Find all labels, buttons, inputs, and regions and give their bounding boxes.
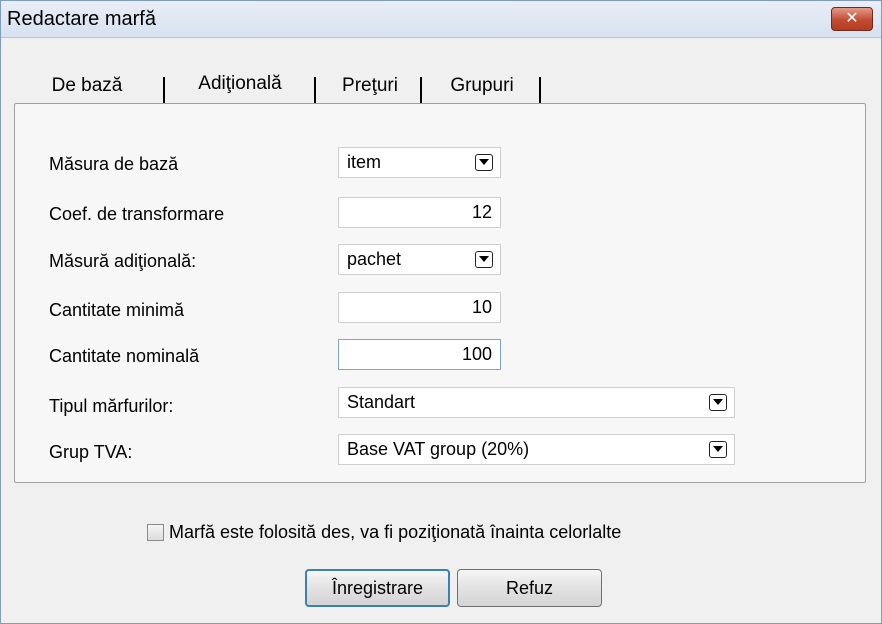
edit-goods-dialog: Redactare marfă ✕ De bază Adiţională Pre… [0,0,882,624]
close-button[interactable]: ✕ [831,7,873,31]
nominal-qty-label: Cantitate nominală [49,346,200,366]
title-bar: Redactare marfă ✕ [1,1,881,38]
base-measure-select[interactable]: item [338,147,501,178]
window-title: Redactare marfă [7,8,156,30]
tab-basic[interactable]: De bază [15,69,159,103]
vat-group-label: Grup TVA: [49,442,133,462]
conversion-label: Coef. de transformare [49,204,225,224]
tab-additional[interactable]: Adiţională [165,67,315,101]
conversion-input[interactable]: 12 [338,197,501,228]
tab-prices[interactable]: Preţuri [318,69,422,103]
extra-measure-select[interactable]: pachet [338,244,501,275]
chevron-down-icon[interactable] [475,251,493,268]
save-button[interactable]: Înregistrare [305,569,450,607]
frequent-checkbox-label[interactable]: Marfă este folosită des, va fi poziţiona… [169,522,621,543]
close-icon: ✕ [845,10,859,27]
extra-measure-label: Măsură adiţională: [49,251,197,271]
goods-type-label: Tipul mărfurilor: [49,396,174,416]
cancel-button[interactable]: Refuz [457,569,602,607]
min-qty-input[interactable]: 10 [338,292,501,323]
min-qty-label: Cantitate minimă [49,300,185,320]
tab-groups[interactable]: Grupuri [424,69,540,103]
chevron-down-icon[interactable] [475,154,493,171]
vat-group-select[interactable]: Base VAT group (20%) [338,434,735,465]
base-measure-label: Măsura de bază [49,154,179,174]
goods-type-select[interactable]: Standart [338,387,735,418]
chevron-down-icon[interactable] [709,441,727,458]
chevron-down-icon[interactable] [709,394,727,411]
nominal-qty-input[interactable]: 100 [338,339,501,370]
frequent-checkbox[interactable] [147,524,164,541]
